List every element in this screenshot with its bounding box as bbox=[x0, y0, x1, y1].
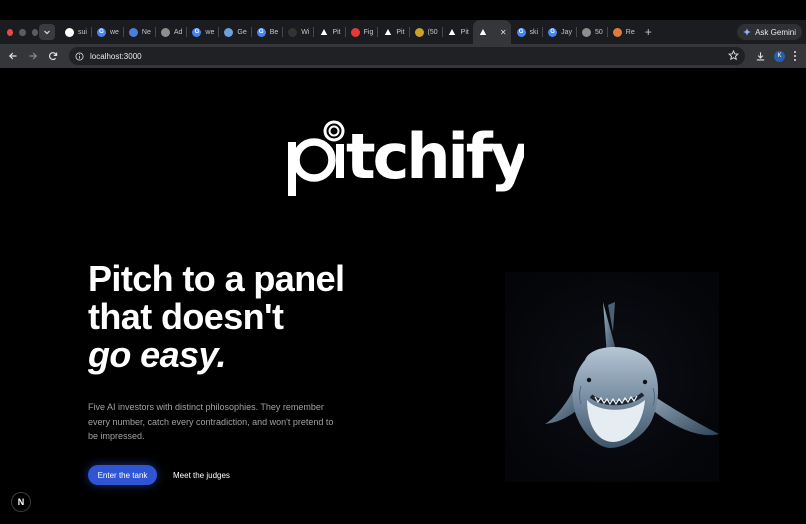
hero-heading-line-2: that doesn't bbox=[88, 296, 284, 337]
gemini-sparkle-icon bbox=[743, 28, 752, 36]
browser-tab-title: Ad bbox=[173, 28, 183, 36]
browser-tab-title: Ne bbox=[141, 28, 151, 36]
meet-the-judges-link[interactable]: Meet the judges bbox=[173, 465, 230, 485]
browser-toolbar: localhost:3000 K bbox=[0, 44, 806, 68]
browser-tab-title: Pit bbox=[460, 28, 469, 36]
browser-tab-title: (50 bbox=[427, 28, 438, 36]
browser-tab[interactable]: G Be bbox=[250, 20, 283, 44]
svg-text:tchify: tchify bbox=[346, 120, 524, 193]
browser-tab[interactable]: (50 bbox=[408, 20, 442, 44]
hero-heading-emphasis: go easy. bbox=[88, 334, 227, 375]
reddit-icon bbox=[612, 27, 622, 37]
browser-tab[interactable]: Pit bbox=[441, 20, 473, 44]
tab-list: sui Gwe Ne Ad Gwe Ge G Be Wi Pit Fig Pit (50 Pit ✕ Gski… bbox=[59, 20, 639, 44]
browser-tab-title: Fig bbox=[363, 28, 374, 36]
maximize-window-button[interactable] bbox=[31, 28, 38, 36]
url-text: localhost:3000 bbox=[90, 51, 142, 61]
vercel-triangle-icon bbox=[479, 28, 488, 37]
browser-tab-title: Ge bbox=[237, 28, 247, 36]
browser-tab-strip: sui Gwe Ne Ad Gwe Ge G Be Wi Pit Fig Pit (50 Pit ✕ Gski… bbox=[0, 20, 806, 44]
pitchify-logo: .lg{font-family:"DejaVu Sans","Liberatio… bbox=[288, 120, 524, 196]
browser-tab[interactable]: sui bbox=[59, 20, 91, 44]
browser-tab[interactable]: Fig bbox=[344, 20, 378, 44]
minimize-window-button[interactable] bbox=[19, 28, 26, 36]
hero-heading-line-1: Pitch to a panel bbox=[88, 258, 345, 299]
mail-icon bbox=[414, 27, 424, 37]
browser-tab[interactable]: Re bbox=[606, 20, 639, 44]
openai-icon bbox=[160, 27, 170, 37]
browser-tab[interactable]: Ad bbox=[154, 20, 187, 44]
browser-tab[interactable]: Pit bbox=[377, 20, 408, 44]
wiki-icon bbox=[288, 27, 298, 37]
browser-tab-title: we bbox=[205, 28, 215, 36]
site-icon bbox=[128, 27, 138, 37]
browser-tab-title: Pit bbox=[332, 28, 341, 36]
google-icon: G bbox=[96, 27, 106, 37]
browser-tab-title: Re bbox=[625, 28, 635, 36]
chevron-down-icon bbox=[44, 30, 50, 35]
vercel-triangle-icon bbox=[448, 28, 457, 37]
forward-button[interactable] bbox=[23, 46, 43, 66]
browser-tab[interactable]: Gwe bbox=[186, 20, 218, 44]
arrow-right-icon bbox=[29, 52, 38, 60]
browser-tab-title: we bbox=[109, 28, 119, 36]
reload-icon bbox=[48, 52, 58, 61]
tab-search-button[interactable] bbox=[39, 24, 55, 40]
browser-tab[interactable]: Wi bbox=[282, 20, 313, 44]
browser-tab-title: Jay bbox=[561, 28, 572, 36]
nextjs-logo-icon: N bbox=[17, 497, 25, 507]
ask-gemini-button[interactable]: Ask Gemini bbox=[737, 24, 802, 40]
profile-initial: K bbox=[777, 53, 782, 59]
new-tab-button[interactable]: + bbox=[645, 25, 652, 39]
browser-tab[interactable]: 50 bbox=[576, 20, 607, 44]
hero-heading: Pitch to a panel that doesn't go easy. bbox=[88, 260, 388, 374]
browser-tab-title: Be bbox=[269, 28, 279, 36]
browser-tab[interactable]: Gski bbox=[511, 20, 543, 44]
browser-tab[interactable]: ✕ bbox=[472, 20, 511, 44]
shark-image bbox=[505, 272, 719, 482]
ask-gemini-label: Ask Gemini bbox=[755, 27, 796, 37]
reload-button[interactable] bbox=[43, 46, 63, 66]
browser-tab[interactable]: Gwe bbox=[90, 20, 123, 44]
address-bar[interactable]: localhost:3000 bbox=[69, 47, 745, 65]
browser-tab-title: 50 bbox=[595, 28, 603, 36]
google-icon: G bbox=[516, 27, 526, 37]
google-icon: G bbox=[192, 27, 202, 37]
browser-tab-title: Wi bbox=[301, 28, 310, 36]
browser-tab-title: sui bbox=[78, 28, 87, 36]
openai-icon bbox=[582, 27, 591, 37]
arrow-left-icon bbox=[8, 52, 17, 60]
vercel-triangle-icon bbox=[383, 28, 392, 37]
window-controls bbox=[0, 28, 38, 36]
hero-description: Five AI investors with distinct philosop… bbox=[88, 402, 334, 441]
google-icon: G bbox=[548, 27, 558, 37]
profile-avatar[interactable]: K bbox=[774, 50, 785, 62]
bookmark-star-icon[interactable] bbox=[728, 50, 739, 61]
page-content: .lg{font-family:"DejaVu Sans","Liberatio… bbox=[0, 68, 806, 524]
close-tab-icon[interactable]: ✕ bbox=[500, 28, 507, 37]
vercel-triangle-icon bbox=[319, 28, 328, 37]
back-button[interactable] bbox=[3, 46, 23, 66]
google-icon: G bbox=[256, 27, 266, 37]
github-icon bbox=[65, 27, 74, 37]
more-options-icon[interactable] bbox=[793, 50, 797, 62]
youtube-icon bbox=[350, 27, 360, 37]
close-window-button[interactable] bbox=[7, 28, 14, 36]
enter-the-tank-button[interactable]: Enter the tank bbox=[88, 465, 157, 485]
site-info-icon[interactable] bbox=[75, 51, 84, 61]
vercel-icon bbox=[224, 27, 234, 37]
browser-tab[interactable]: Ne bbox=[122, 20, 155, 44]
browser-tab[interactable]: Ge bbox=[218, 20, 250, 44]
browser-tab[interactable]: Pit bbox=[313, 20, 344, 44]
nextjs-dev-indicator[interactable]: N bbox=[11, 492, 31, 512]
browser-tab[interactable]: G Jay bbox=[542, 20, 576, 44]
browser-tab-title: ski bbox=[529, 28, 539, 36]
browser-tab-title: Pit bbox=[396, 28, 405, 36]
download-icon[interactable] bbox=[755, 51, 766, 62]
